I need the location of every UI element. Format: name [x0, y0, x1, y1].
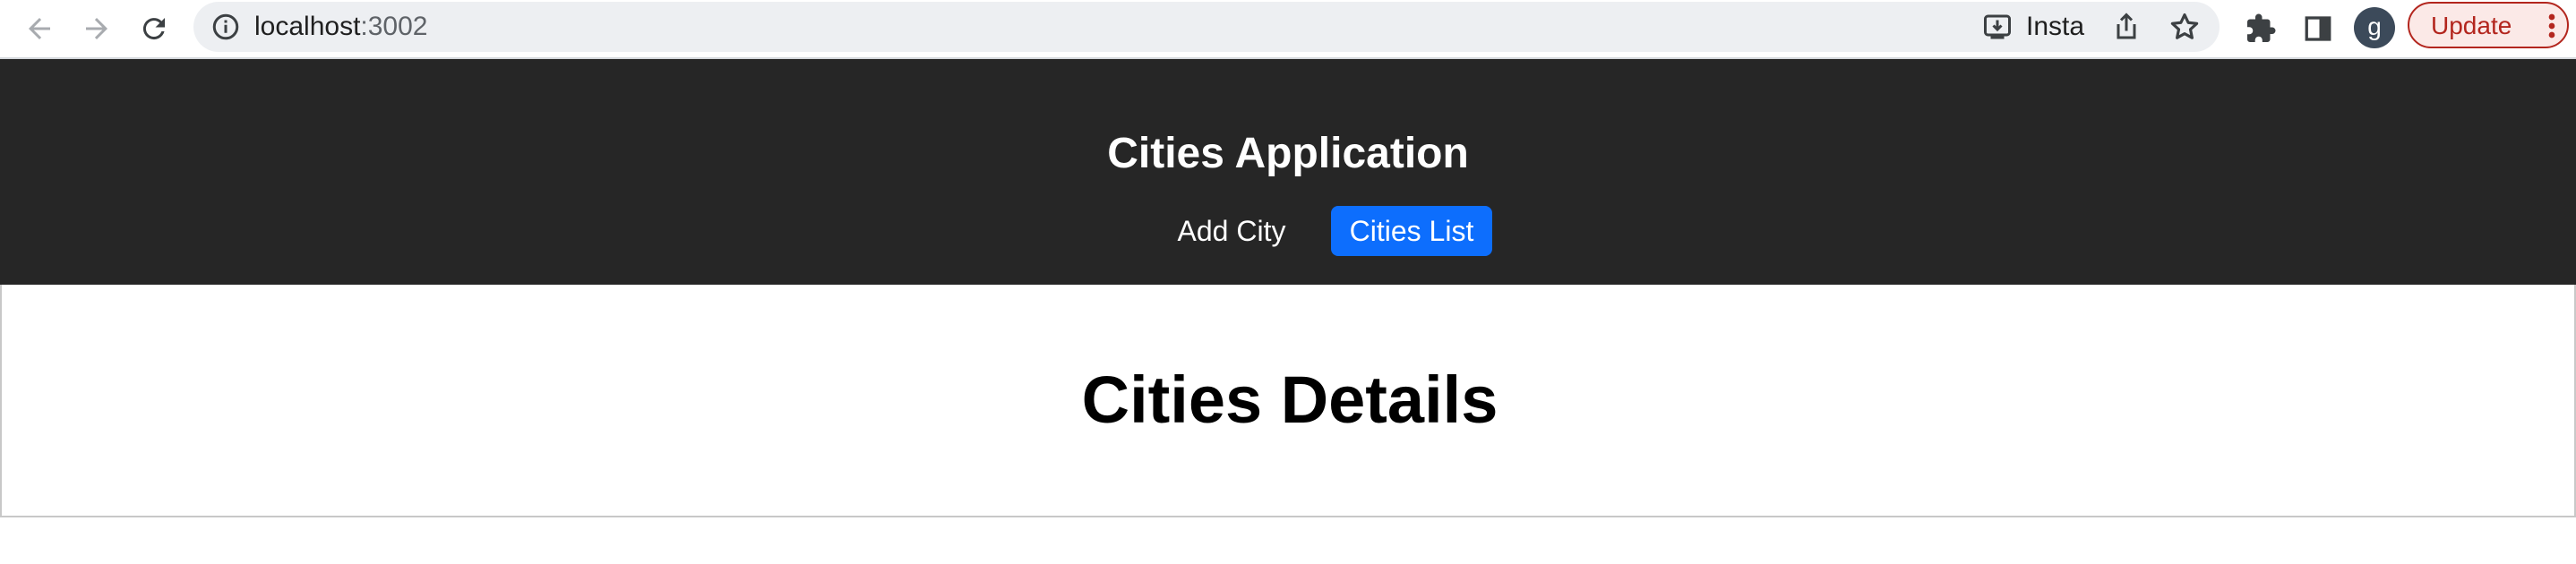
page-title: Cities Details	[1081, 363, 1498, 437]
site-info-icon[interactable]	[210, 11, 242, 43]
app-title: Cities Application	[1107, 130, 1469, 177]
back-button[interactable]	[18, 7, 61, 50]
reload-button[interactable]	[133, 7, 176, 50]
forward-button[interactable]	[75, 7, 118, 50]
extensions-puzzle-icon	[2247, 13, 2276, 42]
url-port: :3002	[360, 12, 428, 41]
nav-cities-list[interactable]: Cities List	[1331, 206, 1492, 256]
reload-icon	[142, 18, 165, 40]
install-app-icon[interactable]	[1981, 11, 2014, 43]
bookmark-star-icon[interactable]	[2168, 10, 2202, 44]
share-icon[interactable]	[2110, 11, 2142, 43]
update-label: Update	[2431, 12, 2512, 39]
side-panel-icon	[2305, 16, 2331, 41]
nav-add-city[interactable]: Add City	[1161, 206, 1302, 256]
profile-avatar[interactable]: g	[2354, 7, 2395, 48]
url-text[interactable]: localhost:3002	[254, 13, 427, 41]
update-button[interactable]: Update	[2408, 2, 2569, 48]
url-host: localhost	[254, 12, 361, 41]
forward-arrow-icon	[86, 18, 107, 39]
more-vert-icon	[2548, 13, 2555, 38]
browser-toolbar: localhost:3002 Insta g Update	[0, 0, 2576, 59]
extensions-button[interactable]	[2239, 7, 2282, 50]
address-bar[interactable]: localhost:3002 Insta	[193, 2, 2220, 52]
back-arrow-icon	[29, 18, 50, 39]
extension-label[interactable]: Insta	[2026, 13, 2084, 41]
main-content: Cities Details	[0, 285, 2576, 517]
side-panel-button[interactable]	[2297, 7, 2340, 50]
app-header: Cities Application Add City Cities List	[0, 59, 2576, 285]
